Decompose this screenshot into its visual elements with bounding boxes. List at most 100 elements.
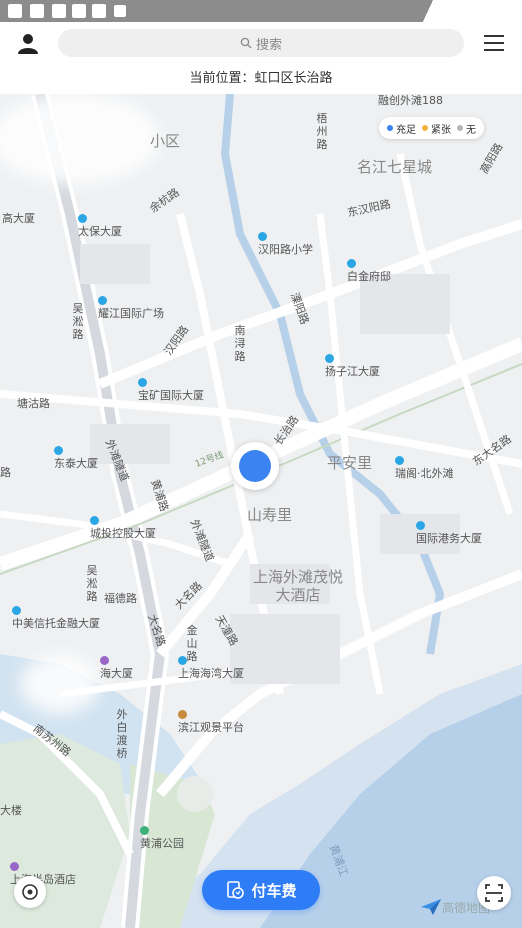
poi-text: 太保大厦 [78, 225, 122, 238]
status-icon [114, 5, 126, 17]
poi-icon [78, 214, 87, 223]
legend-label: 充足 [396, 124, 416, 136]
poi-icon [178, 656, 187, 665]
poi-label: 太保大厦 [78, 212, 122, 238]
status-icon [52, 4, 66, 18]
poi-label: 滨江观景平台 [178, 708, 244, 734]
poi-label: 汉阳路小学 [258, 230, 313, 256]
status-bar-shape [422, 0, 522, 22]
legend-item: 充足 [387, 121, 416, 136]
search-input[interactable]: 搜索 [58, 29, 464, 57]
road-label: 梧州路 [316, 112, 328, 151]
search-placeholder: 搜索 [255, 37, 282, 53]
school-icon [258, 232, 267, 241]
poi-icon [90, 516, 99, 525]
poi-text: 国际港务大厦 [416, 532, 482, 545]
poi-label: 城投控股大厦 [90, 514, 156, 540]
road-label: 塘沽路 [17, 397, 50, 410]
legend-dot [457, 125, 463, 131]
search-icon [240, 37, 252, 49]
status-icon [92, 4, 106, 18]
poi-label: 大楼 [0, 804, 22, 817]
location-dot-icon [239, 450, 271, 482]
status-icon [8, 4, 22, 18]
road-label: 南浔路 [234, 324, 246, 363]
poi-label: 中美信托金融大厦 [12, 604, 100, 630]
poi-icon [12, 606, 21, 615]
menu-icon[interactable] [483, 33, 505, 53]
poi-text: 上海海湾大厦 [178, 667, 244, 680]
road-label: 吴淞路 [72, 302, 84, 341]
poi-label: 高大厦 [0, 212, 35, 225]
scan-icon [485, 884, 503, 902]
poi-label: 东泰大厦 [54, 444, 98, 470]
current-location-text: 当前位置：虹口区长治路 [189, 71, 333, 86]
poi-label: 上海海湾大厦 [178, 654, 244, 680]
poi-icon [138, 378, 147, 387]
poi-label: 国际港务大厦 [416, 519, 482, 545]
user-icon[interactable] [16, 32, 40, 56]
poi-icon [54, 446, 63, 455]
poi-text: 海大厦 [100, 667, 133, 680]
poi-icon [395, 456, 404, 465]
poi-label: 黄浦公园 [140, 824, 184, 850]
road-label: 吴淞路 [86, 564, 98, 603]
legend-dot [387, 125, 393, 131]
legend-dot [422, 125, 428, 131]
status-bar [0, 0, 522, 22]
poi-text: 城投控股大厦 [90, 527, 156, 540]
poi-text: 扬子江大厦 [325, 365, 380, 378]
scan-button[interactable] [477, 876, 511, 910]
poi-text: 滨江观景平台 [178, 721, 244, 734]
legend-item: 无 [457, 121, 476, 136]
poi-label: 宝矿国际大厦 [138, 376, 204, 402]
poi-icon [325, 354, 334, 363]
poi-label: 山寿里 [247, 506, 293, 524]
poi-text: 高大厦 [2, 212, 35, 225]
poi-icon [416, 521, 425, 530]
pay-parking-fee-button[interactable]: 付车费 [202, 870, 320, 910]
current-location-bar: 当前位置：虹口区长治路 [0, 66, 522, 94]
poi-text: 黄浦公园 [140, 837, 184, 850]
poi-label: 融创外滩188 [378, 94, 443, 107]
poi-icon [347, 259, 356, 268]
poi-label: 名江七星城 [357, 158, 433, 176]
receipt-icon [227, 881, 245, 899]
locate-me-button[interactable] [14, 876, 46, 908]
hotel-icon [100, 656, 109, 665]
map-view[interactable]: 小区 融创外滩188 名江七星城 梧州路 高阳路 余杭路 东汉阳路 高大厦 太保… [0, 94, 522, 928]
poi-text: 汉阳路小学 [258, 243, 313, 256]
poi-text: 耀江国际广场 [98, 307, 164, 320]
road-label: 福德路 [104, 592, 137, 605]
legend-label: 无 [466, 124, 476, 136]
status-icon [72, 4, 86, 18]
poi-text: 宝矿国际大厦 [138, 389, 204, 402]
poi-label: 上海外滩茂悦大酒店 [252, 568, 343, 604]
top-bar: 搜索 [0, 22, 522, 66]
poi-label: 海大厦 [100, 654, 133, 680]
poi-label: 平安里 [327, 454, 373, 472]
availability-legend: 充足 紧张 无 [379, 117, 484, 139]
crosshair-icon [22, 884, 38, 900]
amap-logo-icon [421, 899, 441, 915]
road-label: 路 [0, 466, 11, 479]
park-icon [140, 826, 149, 835]
poi-text: 瑞阁·北外滩 [395, 467, 454, 480]
legend-label: 紧张 [431, 124, 451, 136]
viewpoint-icon [178, 710, 187, 719]
poi-text: 东泰大厦 [54, 457, 98, 470]
road-label: 外白渡桥 [116, 708, 128, 760]
blur-overlay [20, 654, 100, 714]
poi-label: 耀江国际广场 [98, 294, 164, 320]
status-icon [30, 4, 44, 18]
pay-button-label: 付车费 [251, 881, 297, 900]
poi-icon [98, 296, 107, 305]
hotel-icon [10, 862, 19, 871]
poi-text: 中美信托金融大厦 [12, 617, 100, 630]
legend-item: 紧张 [422, 121, 451, 136]
poi-label: 白金府邸 [347, 257, 391, 283]
poi-text: 白金府邸 [347, 270, 391, 283]
current-location-marker [231, 442, 279, 490]
poi-label: 小区 [150, 132, 181, 150]
poi-label: 扬子江大厦 [325, 352, 380, 378]
